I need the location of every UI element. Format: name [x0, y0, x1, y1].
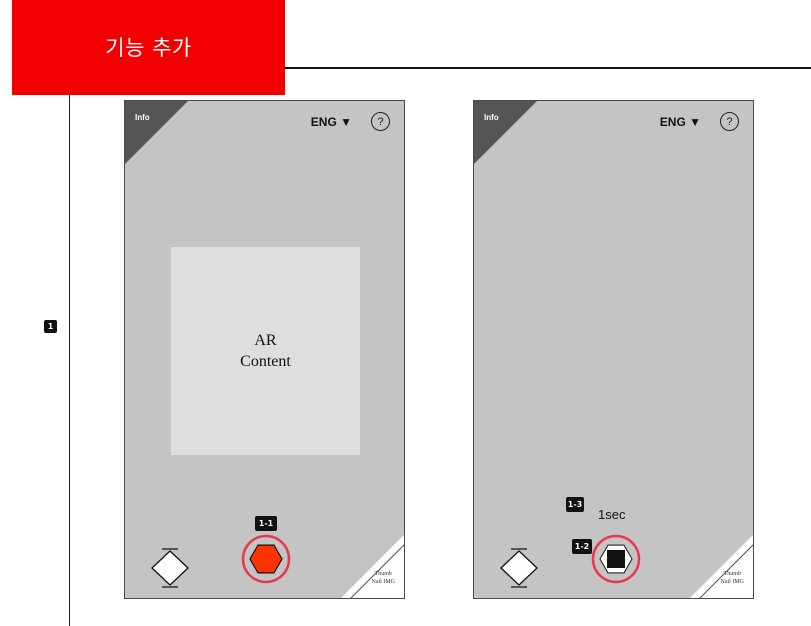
- diamond-switch-icon[interactable]: [149, 546, 191, 590]
- ar-content-area: AR Content: [171, 247, 360, 455]
- capture-step-badge: 1-1: [255, 516, 277, 531]
- section-divider: [69, 95, 70, 626]
- info-label: Info: [135, 113, 150, 122]
- info-corner[interactable]: [125, 101, 188, 164]
- stop-step-badge: 1-2: [572, 539, 592, 554]
- thumbnail-corner[interactable]: [690, 535, 753, 598]
- phone-screen-right: Info ENG ▼ ? 1-3 1sec 1-2 Thumb Nail IMG: [473, 100, 754, 599]
- ar-content-line2: Content: [240, 353, 291, 370]
- help-button[interactable]: ?: [371, 112, 390, 131]
- step-badge: 1: [44, 320, 57, 333]
- info-label: Info: [484, 113, 499, 122]
- thumbnail-corner[interactable]: [341, 535, 404, 598]
- info-corner[interactable]: [474, 101, 537, 164]
- thumbnail-line2: Nail IMG: [720, 579, 745, 585]
- header-title-tab: 기능 추가: [12, 0, 285, 95]
- thumbnail-line1: Thumb: [374, 571, 392, 577]
- recording-timer: 1sec: [598, 507, 626, 522]
- language-select[interactable]: ENG ▼: [311, 115, 352, 129]
- thumbnail-line2: Nail IMG: [371, 579, 396, 585]
- hexagon-capture-icon[interactable]: [240, 533, 292, 585]
- timer-step-badge: 1-3: [566, 497, 584, 512]
- phone-screen-left: Info ENG ▼ ? AR Content 1-1 Thumb Nail I…: [124, 100, 405, 599]
- thumbnail-line1: Thumb: [723, 571, 741, 577]
- language-select[interactable]: ENG ▼: [660, 115, 701, 129]
- header-divider: [285, 67, 811, 69]
- header-title: 기능 추가: [105, 35, 192, 60]
- diamond-switch-icon[interactable]: [498, 546, 540, 590]
- thumbnail-label: Thumb Nail IMG: [372, 570, 396, 586]
- thumbnail-label: Thumb Nail IMG: [721, 570, 745, 586]
- stop-square-icon[interactable]: [590, 533, 642, 585]
- help-button[interactable]: ?: [720, 112, 739, 131]
- ar-content-line1: AR: [254, 332, 277, 349]
